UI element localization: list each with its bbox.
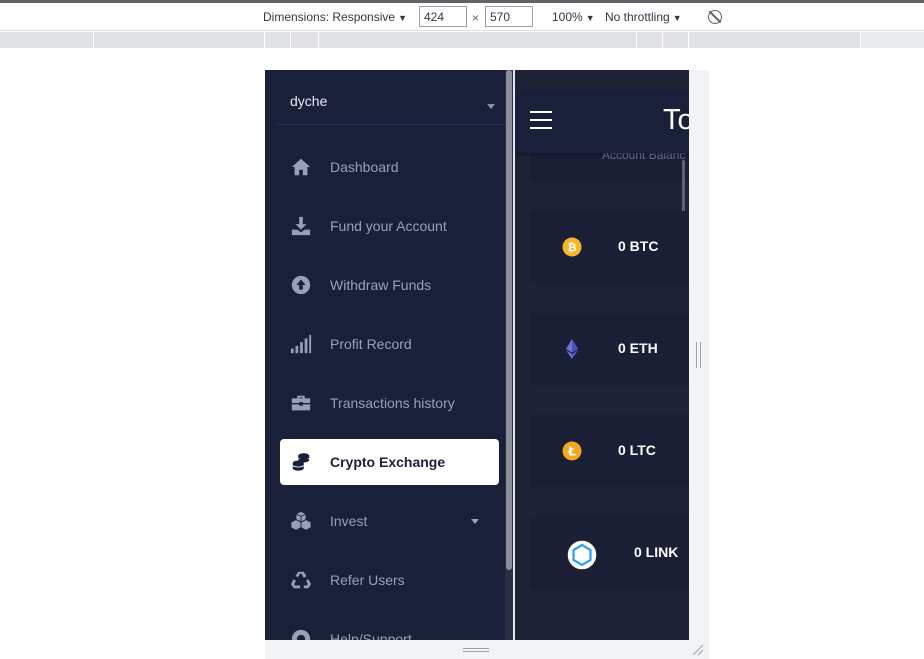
briefcase-icon <box>291 395 311 411</box>
caret-down-icon: ▼ <box>398 13 407 23</box>
coin-card-ltc: Ł 0 LTC <box>530 415 689 487</box>
devtools-device-toolbar: Dimensions: Responsive▼ × 100%▼ No throt… <box>0 3 924 31</box>
bitcoin-icon: ₿ <box>562 237 582 257</box>
coin-balance: 0 LINK <box>634 544 679 560</box>
sidebar-item-help-support[interactable]: Help/Support <box>280 616 499 640</box>
coin-card-link: 0 LINK <box>530 517 689 589</box>
caret-down-icon: ▼ <box>672 13 682 23</box>
sidebar-item-dashboard[interactable]: Dashboard <box>280 144 499 190</box>
chainlink-icon <box>566 539 598 571</box>
sidebar-item-refer-users[interactable]: Refer Users <box>280 557 499 603</box>
right-resize-handle[interactable] <box>696 342 702 368</box>
sidebar-item-label: Refer Users <box>330 572 405 588</box>
zoom-dropdown[interactable]: 100% ▼ <box>552 10 595 24</box>
coins-icon <box>292 453 310 471</box>
main-content: Account Balanc To ₿ 0 BTC 0 ETH Ł 0 LTC … <box>515 70 689 640</box>
resize-handle-icon[interactable] <box>692 644 704 656</box>
sidebar-item-profit-record[interactable]: Profit Record <box>280 321 499 367</box>
coin-balance: 0 LTC <box>618 442 656 458</box>
home-icon <box>291 158 311 176</box>
dimensions-label: Dimensions: Responsive <box>263 10 396 24</box>
top-navbar: To <box>515 91 689 153</box>
coin-card-eth: 0 ETH <box>530 313 689 385</box>
throttling-label: No throttling <box>605 10 670 24</box>
zoom-label: 100% <box>552 10 583 24</box>
user-name: dyche <box>290 93 328 109</box>
width-input[interactable] <box>419 6 467 27</box>
bottom-resize-handle[interactable] <box>463 648 489 654</box>
sidebar-item-crypto-exchange[interactable]: Crypto Exchange <box>280 439 499 485</box>
sidebar-item-invest[interactable]: Invest <box>280 498 499 544</box>
sidebar-item-fund-account[interactable]: Fund your Account <box>280 203 499 249</box>
sidebar-scrollbar-thumb[interactable] <box>506 70 512 570</box>
sidebar-item-label: Dashboard <box>330 159 399 175</box>
coin-balance: 0 BTC <box>618 238 659 254</box>
cubes-icon <box>291 511 311 530</box>
sidebar-item-label: Help/Support <box>330 631 412 640</box>
user-dropdown[interactable]: dyche <box>277 70 505 125</box>
sidebar-item-label: Transactions history <box>330 395 455 411</box>
coin-card-btc: ₿ 0 BTC <box>530 211 689 283</box>
sidebar-item-label: Fund your Account <box>330 218 447 234</box>
page-title: To <box>663 104 689 136</box>
upload-circle-icon <box>291 275 311 295</box>
sidebar-item-label: Profit Record <box>330 336 412 352</box>
litecoin-icon: Ł <box>562 441 582 461</box>
chevron-down-icon <box>487 104 495 109</box>
download-icon <box>291 216 311 236</box>
chevron-down-icon <box>471 519 479 524</box>
throttling-dropdown[interactable]: No throttling ▼ <box>605 10 682 24</box>
svg-text:Ł: Ł <box>567 445 576 459</box>
sidebar-item-label: Crypto Exchange <box>330 454 446 470</box>
caret-down-icon: ▼ <box>585 13 595 23</box>
hamburger-menu-icon[interactable] <box>530 111 552 131</box>
height-input[interactable] <box>485 6 533 27</box>
sidebar-item-label: Withdraw Funds <box>330 277 432 293</box>
sidebar-item-transactions-history[interactable]: Transactions history <box>280 380 499 426</box>
dimension-separator: × <box>472 11 480 25</box>
signal-bars-icon <box>290 334 312 354</box>
support-icon <box>291 629 311 640</box>
recycle-icon <box>290 571 312 589</box>
dimensions-dropdown[interactable]: Dimensions: Responsive ▼ <box>263 10 407 24</box>
sidebar: dyche Dashboard Fund your Account Withdr <box>265 70 505 640</box>
media-query-ruler <box>0 32 924 48</box>
svg-text:₿: ₿ <box>568 241 577 254</box>
sidebar-item-label: Invest <box>330 513 368 529</box>
coin-balance: 0 ETH <box>618 340 658 356</box>
ethereum-icon <box>566 339 578 359</box>
device-viewport: dyche Dashboard Fund your Account Withdr <box>265 70 689 640</box>
rotate-icon[interactable] <box>708 10 722 24</box>
sidebar-item-withdraw-funds[interactable]: Withdraw Funds <box>280 262 499 308</box>
